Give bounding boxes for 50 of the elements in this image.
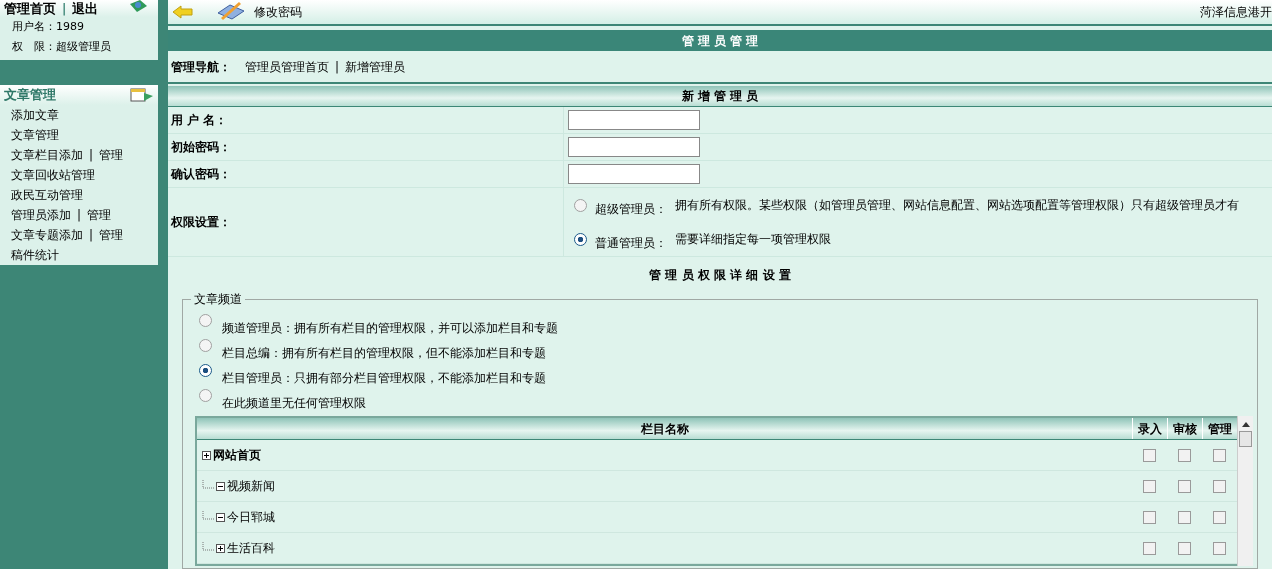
menu-link[interactable]: 文章回收站管理 bbox=[11, 166, 95, 184]
separator: | bbox=[89, 227, 94, 244]
header-bar: 管 理 员 管 理 bbox=[168, 30, 1272, 51]
category-name: 网站首页 bbox=[213, 447, 261, 464]
column-header: 审核 bbox=[1173, 420, 1197, 438]
column-header: 管理 bbox=[1208, 420, 1232, 438]
site-name: 菏泽信息港开 bbox=[1200, 4, 1272, 21]
option-label: 普通管理员： bbox=[595, 235, 667, 252]
field-label: 初始密码： bbox=[171, 139, 231, 156]
user-info: 用户名：1989 bbox=[11, 19, 85, 35]
category-name: 视频新闻 bbox=[227, 478, 275, 495]
menu-link[interactable]: 政民互动管理 bbox=[11, 186, 83, 204]
separator: | bbox=[335, 58, 340, 76]
menu-link[interactable]: 管理员添加 bbox=[11, 206, 71, 224]
menu-link[interactable]: 添加文章 bbox=[11, 106, 59, 124]
menu-link[interactable]: 文章管理 bbox=[11, 126, 59, 144]
user-info: 权 限：超级管理员 bbox=[11, 39, 112, 55]
menu-link[interactable]: 文章栏目添加 bbox=[11, 146, 83, 164]
logout-link[interactable]: 退出 bbox=[72, 0, 99, 19]
option-label: 超级管理员： bbox=[595, 201, 667, 218]
separator: | bbox=[89, 147, 94, 164]
menu-link[interactable]: 管理 bbox=[99, 146, 124, 164]
separator: | bbox=[77, 207, 82, 224]
menu-link[interactable]: 稿件统计 bbox=[11, 246, 59, 264]
option-label: 频道管理员：拥有所有栏目的管理权限，并可以添加栏目和专题 bbox=[222, 320, 558, 337]
column-header: 录入 bbox=[1138, 420, 1162, 438]
menu-link[interactable]: 管理 bbox=[99, 226, 124, 244]
category-name: 生活百科 bbox=[227, 540, 275, 557]
separator: | bbox=[62, 0, 67, 18]
section-title: 管 理 员 权 限 详 细 设 置 bbox=[649, 267, 791, 284]
page-title: 修改密码 bbox=[254, 4, 302, 21]
option-label: 栏目总编：拥有所有栏目的管理权限，但不能添加栏目和专题 bbox=[222, 345, 546, 362]
nav-label: 管理导航： bbox=[171, 58, 231, 76]
option-label: 栏目管理员：只拥有部分栏目管理权限，不能添加栏目和专题 bbox=[222, 370, 546, 387]
option-label: 在此频道里无任何管理权限 bbox=[222, 395, 366, 412]
option-description: 需要详细指定每一项管理权限 bbox=[675, 231, 831, 248]
field-label: 确认密码： bbox=[171, 166, 231, 183]
home-link[interactable]: 管理首页 bbox=[4, 0, 56, 19]
fieldset-legend: 文章频道 bbox=[191, 292, 245, 306]
field-label: 权限设置： bbox=[171, 214, 231, 231]
option-description: 拥有所有权限。某些权限（如管理员管理、网站信息配置、网站选项配置等管理权限）只有超级管理员才有 bbox=[675, 197, 1239, 214]
menu-title: 文章管理 bbox=[4, 86, 56, 105]
nav-link[interactable]: 新增管理员 bbox=[345, 57, 406, 76]
menu-link[interactable]: 文章专题添加 bbox=[11, 226, 83, 244]
section-header: 新 增 管 理 员 bbox=[168, 86, 1272, 107]
menu-link[interactable]: 管理 bbox=[87, 206, 112, 224]
column-header: 栏目名称 bbox=[640, 420, 689, 438]
field-label: 用 户 名： bbox=[171, 112, 228, 129]
nav-link[interactable]: 管理员管理首页 bbox=[245, 57, 329, 76]
category-name: 今日郓城 bbox=[227, 509, 275, 526]
